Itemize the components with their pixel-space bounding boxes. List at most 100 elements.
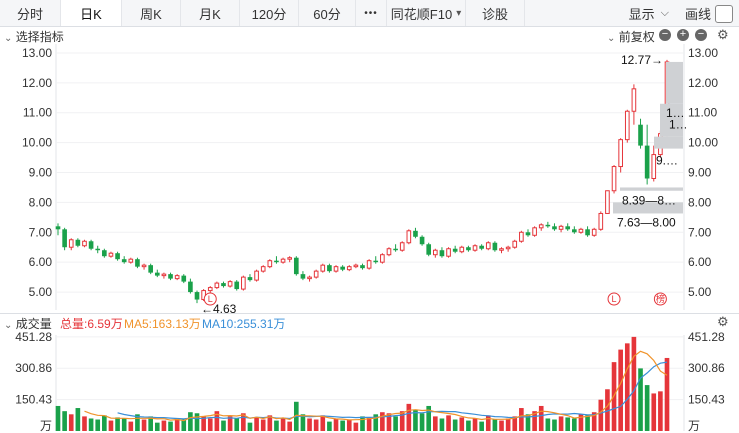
tab-120min[interactable]: 120分: [240, 0, 299, 26]
volume-bar: [578, 414, 584, 431]
volume-bar: [135, 414, 140, 431]
candle-body: [658, 133, 663, 156]
volume-bar: [115, 417, 120, 431]
indicator-selector[interactable]: ⌄ 选择指标: [4, 28, 64, 45]
candle-body: [234, 281, 240, 290]
gap-box: [613, 202, 683, 214]
candle-body: [651, 154, 657, 179]
volume-bar: [121, 418, 127, 431]
price-tick-left: 5.00: [29, 285, 53, 299]
candle-body: [313, 270, 319, 278]
price-tick-right: 5.00: [688, 285, 712, 299]
volume-bar: [174, 418, 180, 431]
volume-bar: [664, 357, 670, 431]
candle-body: [492, 242, 498, 251]
gap-label: 1…: [666, 106, 685, 120]
zoom-out-button[interactable]: −: [659, 29, 671, 41]
draw-line-button[interactable]: 画线: [677, 0, 715, 26]
volume-unit-left: 万: [40, 419, 52, 433]
volume-bar: [68, 414, 74, 431]
candle-body: [558, 225, 564, 230]
volume-tick-right: 300.86: [688, 361, 725, 375]
volume-bar: [333, 418, 339, 431]
volume-bar: [181, 419, 187, 431]
tab-daily-k[interactable]: 日K: [61, 0, 122, 26]
candle-body: [631, 88, 637, 112]
candle-body: [115, 253, 120, 260]
volume-bar: [446, 415, 451, 431]
candle-body: [638, 124, 643, 146]
tab-more[interactable]: •••: [356, 0, 387, 26]
tab-f10[interactable]: 同花顺F10 ▾: [387, 0, 466, 26]
candle-body: [293, 257, 299, 275]
volume-bar: [95, 419, 101, 431]
candle-body: [360, 265, 365, 269]
price-tick-left: 12.00: [22, 76, 52, 90]
candle-body: [82, 240, 87, 247]
price-tick-right: 13.00: [688, 46, 718, 60]
gap-label: 8.39—8…: [622, 194, 676, 208]
tab-timeshare[interactable]: 分时: [0, 0, 61, 26]
volume-bar: [406, 403, 412, 431]
candle-body: [346, 266, 352, 271]
gap-label: 1…: [669, 118, 688, 132]
volume-bar: [353, 422, 359, 431]
tab-diagnose[interactable]: 诊股: [466, 0, 525, 26]
volume-bar: [194, 413, 200, 431]
volume-indicator-selector[interactable]: ⌄ 成交量: [4, 315, 52, 332]
tab-monthly-k[interactable]: 月K: [181, 0, 240, 26]
volume-bar: [360, 416, 365, 431]
volume-bar: [552, 419, 557, 431]
candle-body: [525, 232, 531, 236]
candle-body: [519, 231, 524, 242]
price-tick-left: 10.00: [22, 136, 52, 150]
gear-icon[interactable]: ⚙: [717, 314, 729, 330]
candle-body: [466, 247, 471, 251]
volume-bar: [102, 415, 107, 431]
candle-body: [505, 246, 511, 250]
collapse-button[interactable]: −: [695, 29, 707, 41]
volume-bar: [214, 411, 220, 431]
volume-bar: [585, 415, 590, 431]
chevron-down-icon: ⌄: [607, 33, 616, 44]
gap-box: [666, 61, 683, 104]
adjust-selector[interactable]: ⌄ 前复权: [607, 28, 655, 45]
volume-bar: [605, 389, 610, 431]
candle-body: [135, 259, 140, 267]
candle-body: [68, 239, 74, 248]
volume-bar: [598, 399, 604, 431]
draw-line-checkbox[interactable]: [715, 5, 733, 23]
volume-bar: [234, 418, 240, 431]
volume-bar: [254, 417, 259, 431]
volume-bar: [426, 405, 432, 431]
volume-bar: [638, 368, 643, 431]
volume-bar: [525, 414, 531, 431]
candle-body: [128, 258, 134, 263]
volume-bar: [432, 416, 438, 431]
volume-bar: [393, 416, 398, 431]
display-dropdown[interactable]: 显示 ⌵: [621, 0, 677, 26]
volume-bar: [419, 413, 425, 431]
volume-bar: [267, 415, 273, 431]
candle-body: [161, 273, 167, 277]
tab-60min[interactable]: 60分: [299, 0, 356, 26]
volume-bar: [161, 420, 167, 431]
candle-body: [181, 275, 187, 282]
zoom-in-button[interactable]: +: [677, 29, 689, 41]
volume-bar: [492, 419, 498, 431]
candle-body: [406, 230, 412, 244]
gear-icon[interactable]: ⚙: [717, 27, 729, 43]
candle-body: [432, 249, 438, 256]
chevron-down-icon: ⌵: [660, 6, 669, 19]
volume-bar: [88, 418, 94, 431]
tab-weekly-k[interactable]: 周K: [122, 0, 181, 26]
volume-panel-header: ⌄ 成交量 总量:6.59万 MA5:163.13万 MA10:255.31万 …: [0, 314, 739, 332]
volume-bar: [618, 349, 623, 431]
volume-bar: [413, 410, 418, 431]
volume-bar: [313, 419, 319, 431]
gap-label: 7.63—8.00: [617, 215, 676, 229]
volume-bar: [108, 420, 114, 431]
volume-bar: [499, 420, 504, 431]
volume-bar: [168, 421, 173, 431]
candle-body: [664, 61, 670, 135]
